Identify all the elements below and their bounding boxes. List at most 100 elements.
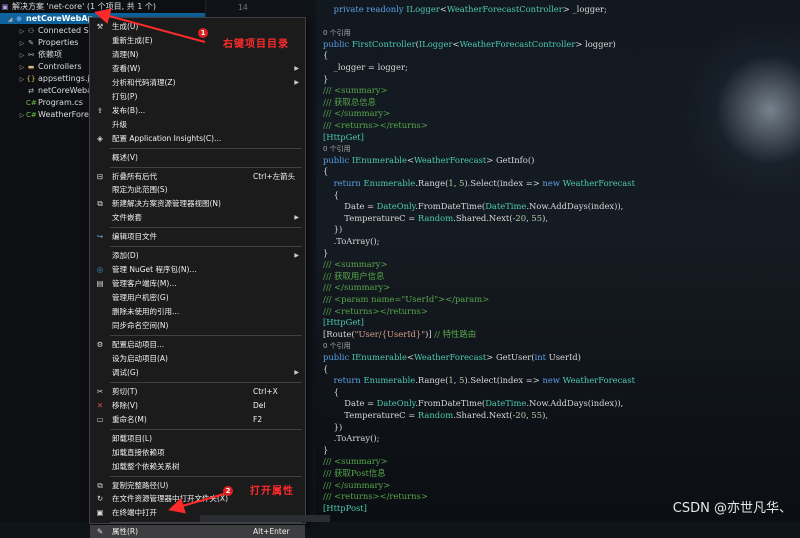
menu-item[interactable]: ⧉ 新建解决方案资源管理器视图(N) bbox=[90, 197, 305, 210]
menu-item-label: 剪切(T) bbox=[112, 386, 138, 396]
code-line: _logger = logger; bbox=[323, 62, 408, 72]
menu-item[interactable]: 加载直接依赖项 bbox=[90, 446, 305, 459]
menu-item[interactable]: 管理用户机密(G) bbox=[90, 291, 305, 304]
menu-item[interactable]: 设为启动项目(A) bbox=[90, 352, 305, 365]
menu-item-label: 加载直接依赖项 bbox=[112, 447, 165, 457]
menu-item[interactable]: 同步命名空间(N) bbox=[90, 319, 305, 332]
expand-toggle-icon[interactable]: ▷ bbox=[18, 38, 26, 49]
code-line: TemperatureC = Random.Shared.Next(-20, 5… bbox=[323, 212, 549, 223]
menu-item[interactable]: 卸载项目(L) bbox=[90, 432, 305, 445]
menu-separator bbox=[110, 334, 302, 336]
menu-item[interactable]: ◎ 管理 NuGet 程序包(N)... bbox=[90, 263, 305, 276]
doc-comment-line: /// <summary> bbox=[323, 85, 388, 96]
expand-toggle-icon[interactable]: ▷ bbox=[18, 74, 26, 85]
solution-header[interactable]: ▣ 解决方案 'net-core' (1 个项目, 共 1 个) bbox=[0, 1, 205, 12]
menu-item-label: 复制完整路径(U) bbox=[112, 480, 169, 490]
doc-comment-line: /// <returns></returns> bbox=[323, 491, 428, 502]
menu-item[interactable]: ⊟ 折叠所有后代 Ctrl+左箭头 bbox=[90, 170, 305, 183]
menu-item[interactable]: ✎ 属性(R) Alt+Enter bbox=[90, 525, 305, 538]
menu-item[interactable]: 打包(P) bbox=[90, 90, 305, 103]
doc-comment-line: /// </summary> bbox=[323, 108, 391, 119]
menu-item[interactable]: 文件嵌套 ▶ bbox=[90, 211, 305, 224]
expand-toggle-icon[interactable]: ▷ bbox=[18, 26, 26, 37]
submenu-arrow-icon: ▶ bbox=[294, 214, 299, 222]
code-line: return Enumerable.Range(1, 5).Select(ind… bbox=[333, 375, 635, 386]
expand-toggle-icon[interactable]: ▷ bbox=[18, 62, 26, 73]
menu-item-label: 加载整个依赖关系树 bbox=[112, 461, 180, 471]
expand-toggle-icon[interactable]: ▷ bbox=[18, 50, 26, 61]
menu-shortcut: Ctrl+左箭头 bbox=[253, 171, 296, 181]
tree-item-label: Properties bbox=[38, 38, 79, 47]
code-line: } bbox=[323, 73, 329, 84]
step-badge-1: 1 bbox=[198, 28, 208, 38]
code-line: { bbox=[323, 363, 329, 374]
doc-comment-line: /// 获取总信息 bbox=[323, 96, 377, 107]
rename-icon: ▭ bbox=[96, 414, 104, 424]
tree-item-label: netCoreWebAp bbox=[26, 14, 94, 23]
menu-separator bbox=[110, 475, 302, 477]
menu-separator bbox=[110, 147, 302, 149]
menu-separator bbox=[110, 246, 302, 248]
menu-item[interactable]: 查看(W) ▶ bbox=[90, 62, 305, 75]
attribute-line: [HttpGet] bbox=[323, 317, 364, 328]
menu-item-label: 管理 NuGet 程序包(N)... bbox=[112, 265, 197, 275]
menu-item[interactable]: 升级 bbox=[90, 118, 305, 131]
menu-item[interactable]: 分析和代码清理(Z) ▶ bbox=[90, 76, 305, 89]
menu-item-label: 添加(D) bbox=[112, 251, 139, 261]
menu-item-label: 限定为此范围(S) bbox=[112, 185, 168, 195]
submenu-arrow-icon: ▶ bbox=[294, 64, 299, 72]
doc-comment-line: /// </summary> bbox=[323, 479, 391, 490]
menu-item[interactable]: ▭ 重命名(M) F2 bbox=[90, 413, 305, 426]
menu-item[interactable]: 概述(V) bbox=[90, 151, 305, 164]
menu-item-label: 同步命名空间(N) bbox=[112, 321, 169, 330]
tree-item-label: netCoreWeba bbox=[38, 86, 92, 95]
menu-item-label: 移除(V) bbox=[112, 400, 138, 410]
tree-item-label: Controllers bbox=[38, 62, 82, 71]
insights-icon: ◈ bbox=[97, 133, 103, 143]
menu-item[interactable]: 删除未使用的引用... bbox=[90, 305, 305, 318]
collapse-icon: ⊟ bbox=[96, 171, 104, 181]
reference-count: 0 个引用 bbox=[323, 145, 351, 154]
code-line: }) bbox=[323, 421, 343, 432]
code-line: } bbox=[323, 247, 329, 258]
menu-item[interactable]: ◈ 配置 Application Insights(C)... bbox=[90, 132, 305, 145]
client-lib-icon: ▤ bbox=[96, 279, 104, 289]
menu-item[interactable]: 限定为此范围(S) bbox=[90, 183, 305, 196]
menu-item-label: 属性(R) bbox=[112, 527, 139, 537]
code-line: { bbox=[323, 386, 339, 397]
menu-separator bbox=[110, 227, 302, 229]
code-editor[interactable]: private readonly ILogger<WeatherForecast… bbox=[323, 0, 800, 522]
edit-project-icon: ↪ bbox=[96, 232, 104, 242]
expand-toggle-icon[interactable]: ▷ bbox=[18, 110, 26, 121]
csharp-icon: C# bbox=[26, 111, 37, 119]
csharp-icon: C# bbox=[26, 99, 37, 107]
nuget-icon: ◎ bbox=[96, 265, 104, 275]
menu-item[interactable]: 调试(G) ▶ bbox=[90, 366, 305, 379]
code-line: public IEnumerable<WeatherForecast> GetI… bbox=[323, 154, 535, 165]
menu-item[interactable]: 加载整个依赖关系树 bbox=[90, 460, 305, 473]
code-line: { bbox=[323, 189, 339, 200]
menu-item-label: 删除未使用的引用... bbox=[112, 307, 180, 317]
publish-icon: ⇪ bbox=[96, 105, 104, 115]
doc-comment-line: /// <returns></returns> bbox=[323, 305, 428, 316]
remove-icon: ✕ bbox=[96, 400, 104, 410]
doc-comment-line: /// <returns></returns> bbox=[323, 120, 428, 130]
menu-item[interactable]: ↪ 编辑项目文件 bbox=[90, 230, 305, 243]
menu-item[interactable]: ⇪ 发布(B)... bbox=[90, 104, 305, 117]
code-line: .ToArray(); bbox=[323, 433, 380, 444]
tree-item-label: WeatherFore bbox=[38, 110, 89, 119]
menu-separator bbox=[110, 522, 302, 524]
menu-item[interactable]: ✂ 剪切(T) Ctrl+X bbox=[90, 385, 305, 398]
menu-item[interactable]: 添加(D) ▶ bbox=[90, 249, 305, 262]
menu-item-label: 新建解决方案资源管理器视图(N) bbox=[112, 199, 221, 209]
menu-item[interactable]: ▤ 管理客户端库(M)... bbox=[90, 277, 305, 290]
dependencies-icon: ⚯ bbox=[28, 51, 34, 59]
http-icon: ⇄ bbox=[28, 87, 34, 95]
menu-item-label: 管理客户端库(M)... bbox=[112, 279, 177, 289]
menu-separator bbox=[110, 428, 302, 430]
menu-item-label: 概述(V) bbox=[112, 152, 138, 162]
expand-toggle-icon[interactable]: ◢ bbox=[6, 14, 14, 25]
terminal-icon: ▣ bbox=[96, 508, 104, 518]
menu-item[interactable]: ✕ 移除(V) Del bbox=[90, 399, 305, 412]
menu-item[interactable]: ⚙ 配置启动项目... bbox=[90, 338, 305, 351]
